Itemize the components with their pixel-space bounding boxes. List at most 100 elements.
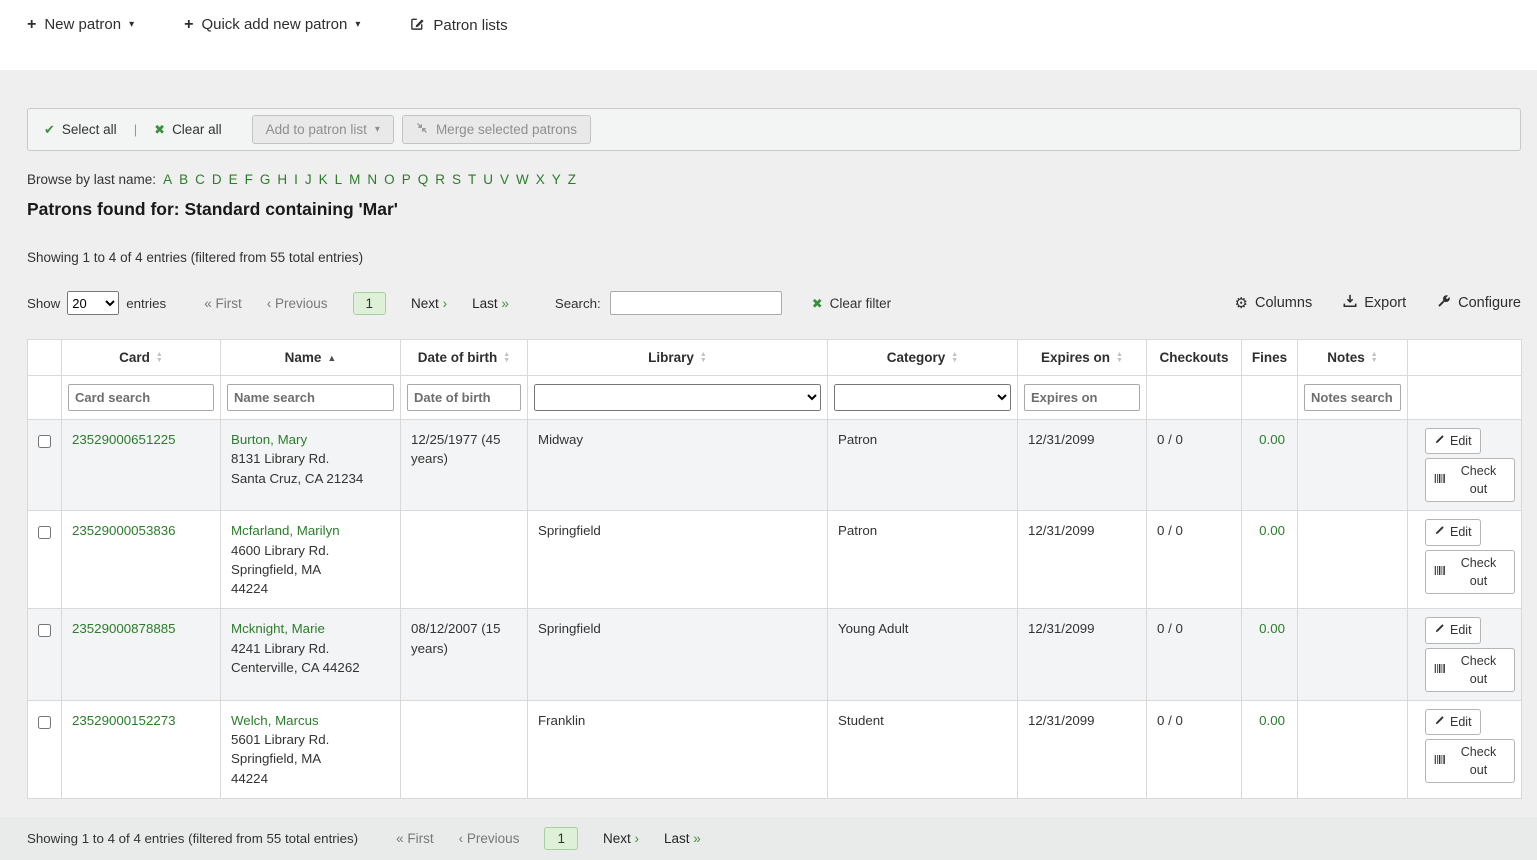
row-checkbox[interactable] — [38, 435, 51, 448]
name-filter-input[interactable] — [227, 384, 394, 411]
category-filter-select[interactable] — [834, 384, 1011, 411]
browse-letter[interactable]: I — [294, 172, 298, 187]
browse-letter[interactable]: U — [483, 172, 493, 187]
page-length-select[interactable]: 20 — [67, 291, 119, 315]
row-checkbox[interactable] — [38, 526, 51, 539]
new-patron-button[interactable]: + New patron ▾ — [27, 16, 134, 33]
patrons-top-toolbar: + New patron ▾ + Quick add new patron ▾ … — [0, 0, 1537, 70]
patron-row: 23529000053836 Mcfarland, Marilyn 4600 L… — [28, 511, 1522, 609]
pagination-next[interactable]: Next › — [411, 296, 447, 311]
column-header-library[interactable]: Library▲▼ — [528, 340, 828, 376]
category-cell: Patron — [828, 511, 1018, 609]
patron-address: 4600 Library Rd. Springfield, MA 44224 — [231, 541, 390, 599]
column-header-name[interactable]: Name▲ — [221, 340, 401, 376]
barcode-icon — [1434, 471, 1446, 489]
category-cell: Young Adult — [828, 609, 1018, 700]
checkouts-cell: 0 / 0 — [1147, 511, 1242, 609]
cardnumber-link[interactable]: 23529000651225 — [72, 432, 176, 447]
row-checkbox[interactable] — [38, 716, 51, 729]
pagination-previous[interactable]: ‹ Previous — [459, 831, 520, 846]
pagination-current-page[interactable]: 1 — [544, 827, 578, 850]
patron-name-link[interactable]: Mcfarland, Marilyn — [231, 521, 390, 540]
edit-button[interactable]: Edit — [1425, 617, 1481, 643]
columns-button[interactable]: ⚙ Columns — [1235, 295, 1313, 311]
browse-letter[interactable]: B — [179, 172, 188, 187]
notes-cell — [1298, 700, 1408, 798]
cardnumber-link[interactable]: 23529000152273 — [72, 713, 176, 728]
browse-letter[interactable]: R — [435, 172, 445, 187]
edit-list-icon — [410, 16, 425, 35]
pagination-current-page[interactable]: 1 — [353, 292, 387, 315]
export-button[interactable]: Export — [1343, 294, 1406, 312]
cardnumber-link[interactable]: 23529000053836 — [72, 523, 176, 538]
notes-cell — [1298, 511, 1408, 609]
column-header-notes[interactable]: Notes▲▼ — [1298, 340, 1408, 376]
browse-letter[interactable]: J — [305, 172, 312, 187]
select-all-button[interactable]: ✔ Select all — [44, 122, 117, 137]
patron-lists-button[interactable]: Patron lists — [410, 16, 507, 35]
pagination-previous[interactable]: ‹ Previous — [267, 296, 328, 311]
column-header-card[interactable]: Card▲▼ — [62, 340, 221, 376]
browse-letter[interactable]: Z — [568, 172, 576, 187]
notes-filter-input[interactable] — [1304, 384, 1401, 411]
pagination-next[interactable]: Next › — [603, 831, 639, 846]
browse-letter[interactable]: G — [260, 172, 271, 187]
pagination-last[interactable]: Last » — [664, 831, 701, 846]
checkbox-column-header — [28, 340, 62, 376]
library-filter-select[interactable] — [534, 384, 821, 411]
merge-selected-patrons-button[interactable]: Merge selected patrons — [402, 115, 591, 144]
card-filter-input[interactable] — [68, 384, 214, 411]
pagination-first[interactable]: « First — [396, 831, 434, 846]
edit-button[interactable]: Edit — [1425, 709, 1481, 735]
notes-cell — [1298, 609, 1408, 700]
browse-letter[interactable]: C — [195, 172, 205, 187]
sort-icon: ▲▼ — [1116, 352, 1123, 364]
cardnumber-link[interactable]: 23529000878885 — [72, 621, 176, 636]
clear-filter-button[interactable]: ✖ Clear filter — [812, 296, 891, 311]
browse-letter[interactable]: H — [277, 172, 287, 187]
column-header-category[interactable]: Category▲▼ — [828, 340, 1018, 376]
edit-button[interactable]: Edit — [1425, 428, 1481, 454]
browse-letter[interactable]: P — [402, 172, 411, 187]
browse-letter[interactable]: X — [536, 172, 545, 187]
quick-add-new-patron-button[interactable]: + Quick add new patron ▾ — [184, 16, 360, 33]
browse-letter[interactable]: E — [229, 172, 238, 187]
table-search-input[interactable] — [610, 291, 782, 315]
merge-icon — [416, 122, 428, 137]
browse-letter[interactable]: W — [516, 172, 529, 187]
browse-letter[interactable]: Y — [552, 172, 561, 187]
pagination-last[interactable]: Last » — [472, 296, 509, 311]
browse-letter[interactable]: A — [163, 172, 172, 187]
pagination-first[interactable]: « First — [204, 296, 242, 311]
browse-letter[interactable]: N — [367, 172, 377, 187]
browse-letter[interactable]: S — [452, 172, 461, 187]
browse-letter[interactable]: K — [319, 172, 328, 187]
checkout-button[interactable]: Check out — [1425, 648, 1515, 692]
edit-button[interactable]: Edit — [1425, 519, 1481, 545]
configure-button[interactable]: Configure — [1437, 294, 1521, 312]
patron-name-link[interactable]: Mcknight, Marie — [231, 619, 390, 638]
browse-letter[interactable]: D — [212, 172, 222, 187]
browse-letter[interactable]: M — [349, 172, 360, 187]
browse-letter[interactable]: L — [335, 172, 343, 187]
dob-filter-input[interactable] — [407, 384, 521, 411]
browse-letter[interactable]: Q — [418, 172, 429, 187]
table-footer: Showing 1 to 4 of 4 entries (filtered fr… — [0, 817, 1537, 860]
column-header-dob[interactable]: Date of birth▲▼ — [401, 340, 528, 376]
checkout-button[interactable]: Check out — [1425, 739, 1515, 783]
patron-name-link[interactable]: Welch, Marcus — [231, 711, 390, 730]
add-to-patron-list-button[interactable]: Add to patron list ▾ — [252, 115, 394, 144]
browse-letter[interactable]: V — [500, 172, 509, 187]
clear-all-button[interactable]: ✖ Clear all — [154, 122, 221, 137]
browse-letter[interactable]: F — [245, 172, 253, 187]
category-cell: Student — [828, 700, 1018, 798]
patron-name-link[interactable]: Burton, Mary — [231, 430, 390, 449]
expires-filter-input[interactable] — [1024, 384, 1140, 411]
results-info-bottom: Showing 1 to 4 of 4 entries (filtered fr… — [27, 831, 358, 846]
column-header-expires[interactable]: Expires on▲▼ — [1018, 340, 1147, 376]
checkout-button[interactable]: Check out — [1425, 550, 1515, 594]
browse-letter[interactable]: T — [468, 172, 476, 187]
checkout-button[interactable]: Check out — [1425, 458, 1515, 502]
browse-letter[interactable]: O — [384, 172, 395, 187]
row-checkbox[interactable] — [38, 624, 51, 637]
